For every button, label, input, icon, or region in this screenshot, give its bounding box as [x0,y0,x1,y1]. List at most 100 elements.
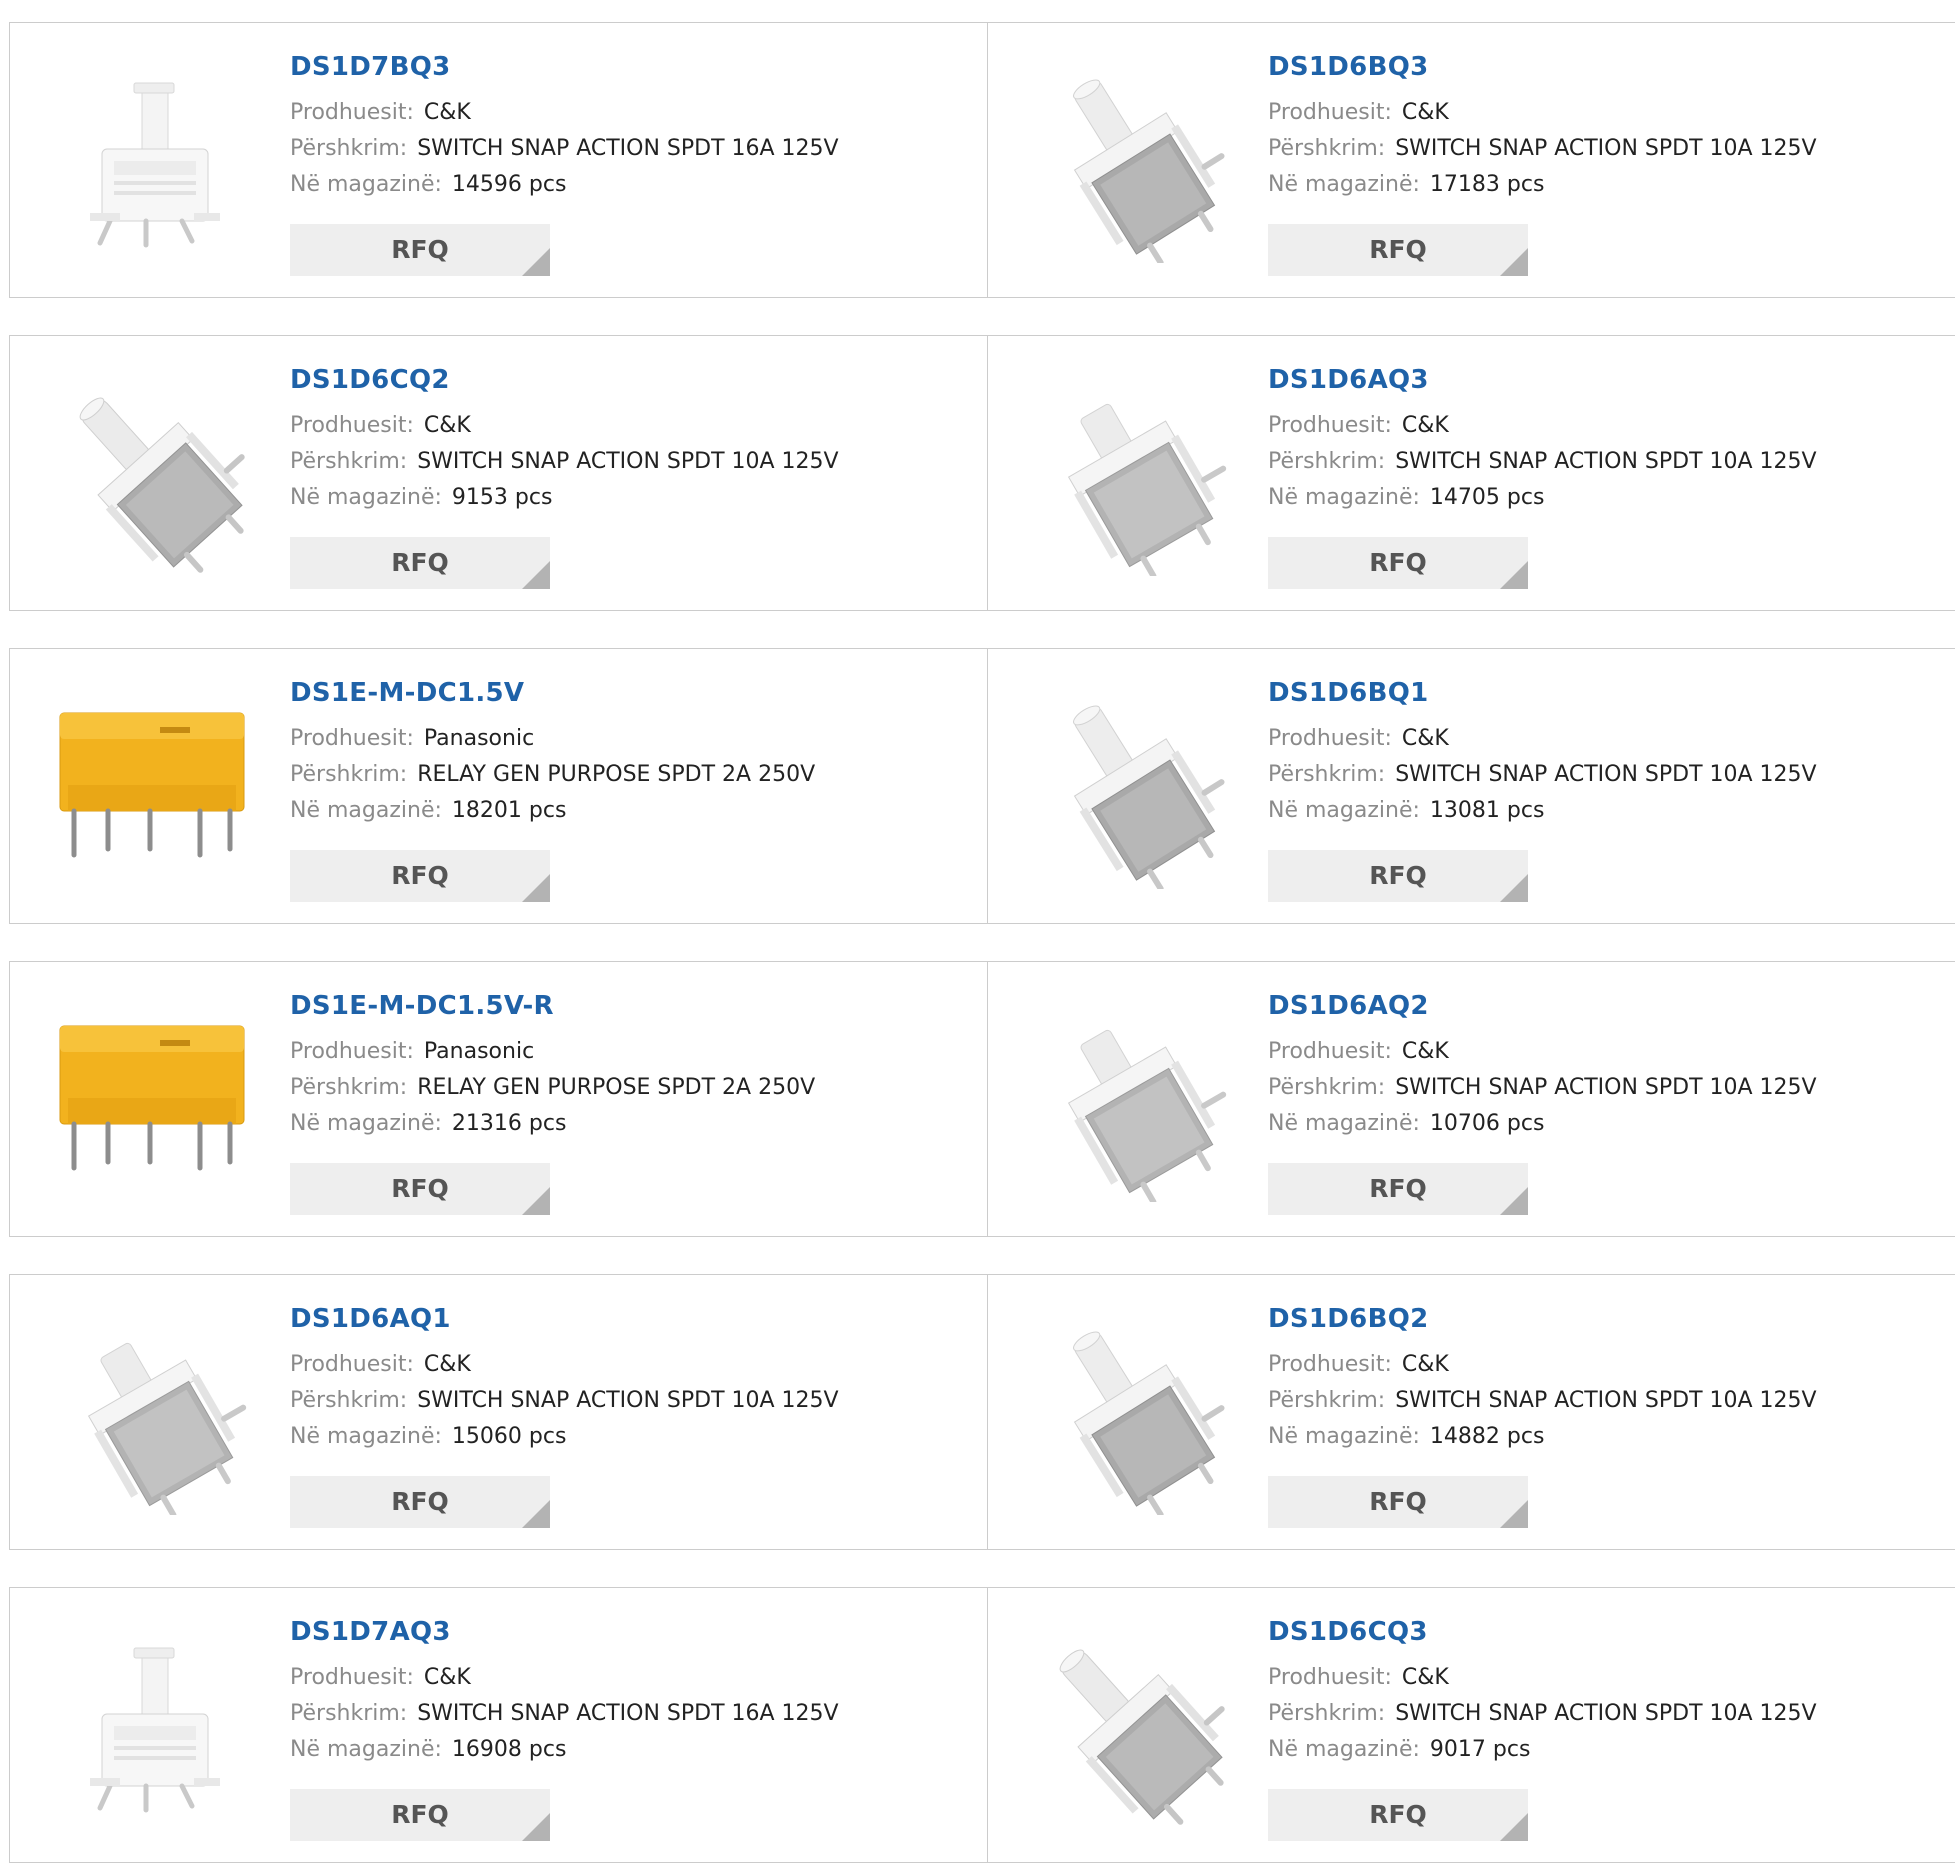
product-info: DS1E-M-DC1.5V Prodhuesit: Panasonic Përsh… [290,677,815,829]
product-image[interactable] [1030,679,1240,889]
stock-value: 9153 pcs [451,485,553,510]
relay-image [59,712,245,858]
product-part-number-link[interactable]: DS1D6CQ2 [290,364,839,396]
product-image[interactable] [1030,366,1240,576]
rfq-button[interactable]: RFQ [1268,1163,1528,1215]
product-image[interactable] [50,992,260,1202]
description-row: Përshkrim: SWITCH SNAP ACTION SPDT 16A 12… [290,131,839,167]
product-part-number-link[interactable]: DS1E-M-DC1.5V [290,677,815,709]
stock-value: 14705 pcs [1429,485,1545,510]
corner-triangle-icon [522,1500,550,1528]
stock-label: Në magazinë: [290,172,442,197]
product-card: DS1D6BQ1 Prodhuesit: C&K Përshkrim: SWITCH… [987,648,1955,924]
product-info: DS1D6AQ3 Prodhuesit: C&K Përshkrim: SWITCH… [1268,364,1817,516]
description-value: SWITCH SNAP ACTION SPDT 10A 125V [417,1388,839,1413]
description-label: Përshkrim: [1268,449,1386,474]
rfq-button[interactable]: RFQ [1268,1789,1528,1841]
product-part-number-link[interactable]: DS1D6BQ2 [1268,1303,1817,1335]
product-part-number-link[interactable]: DS1D6CQ3 [1268,1616,1817,1648]
rfq-button[interactable]: RFQ [1268,537,1528,589]
product-part-number-link[interactable]: DS1D7AQ3 [290,1616,839,1648]
manufacturer-label: Prodhuesit: [1268,413,1392,438]
stock-row: Në magazinë: 10706 pcs [1268,1106,1817,1142]
manufacturer-row: Prodhuesit: C&K [1268,721,1817,757]
product-part-number-link[interactable]: DS1E-M-DC1.5V-R [290,990,815,1022]
stock-label: Në magazinë: [1268,1424,1420,1449]
stock-value: 16908 pcs [451,1737,567,1762]
rfq-button[interactable]: RFQ [1268,850,1528,902]
stock-row: Në magazinë: 21316 pcs [290,1106,815,1142]
description-label: Përshkrim: [1268,1388,1386,1413]
switch-angled-image [1073,1331,1225,1515]
product-part-number-link[interactable]: DS1D6AQ1 [290,1303,839,1335]
stock-label: Në magazinë: [290,1424,442,1449]
rfq-button[interactable]: RFQ [290,1789,550,1841]
switch-upright-image [90,1647,220,1813]
description-row: Përshkrim: SWITCH SNAP ACTION SPDT 10A 12… [1268,1070,1817,1106]
stock-value: 14882 pcs [1429,1424,1545,1449]
manufacturer-label: Prodhuesit: [290,1665,414,1690]
stock-row: Në magazinë: 9153 pcs [290,480,839,516]
manufacturer-value: Panasonic [423,1039,535,1064]
product-image[interactable] [50,53,260,263]
corner-triangle-icon [522,561,550,589]
rfq-button[interactable]: RFQ [290,850,550,902]
product-card: DS1E-M-DC1.5V Prodhuesit: Panasonic Përsh… [9,648,988,924]
switch-tilted-image [79,397,245,573]
rfq-button[interactable]: RFQ [1268,1476,1528,1528]
corner-triangle-icon [1500,1187,1528,1215]
description-row: Përshkrim: RELAY GEN PURPOSE SPDT 2A 250V [290,1070,815,1106]
corner-triangle-icon [522,1813,550,1841]
rfq-button[interactable]: RFQ [290,1476,550,1528]
product-part-number-link[interactable]: DS1D6AQ2 [1268,990,1817,1022]
manufacturer-row: Prodhuesit: C&K [290,1347,839,1383]
manufacturer-label: Prodhuesit: [290,726,414,751]
product-image[interactable] [1030,1618,1240,1828]
manufacturer-value: C&K [1401,1665,1449,1690]
product-card: DS1D6AQ3 Prodhuesit: C&K Përshkrim: SWITCH… [987,335,1955,611]
product-part-number-link[interactable]: DS1D6BQ1 [1268,677,1817,709]
description-value: SWITCH SNAP ACTION SPDT 10A 125V [1395,762,1817,787]
product-image[interactable] [50,366,260,576]
corner-triangle-icon [522,248,550,276]
product-image[interactable] [50,1305,260,1515]
rfq-label: RFQ [391,1800,449,1829]
stock-label: Në magazinë: [290,1737,442,1762]
product-image[interactable] [1030,53,1240,263]
manufacturer-label: Prodhuesit: [290,1352,414,1377]
product-info: DS1D7BQ3 Prodhuesit: C&K Përshkrim: SWITCH… [290,51,839,203]
product-part-number-link[interactable]: DS1D7BQ3 [290,51,839,83]
rfq-button[interactable]: RFQ [290,1163,550,1215]
description-label: Përshkrim: [290,1388,408,1413]
product-image[interactable] [1030,1305,1240,1515]
product-image[interactable] [50,1618,260,1828]
manufacturer-row: Prodhuesit: C&K [1268,1034,1817,1070]
stock-value: 17183 pcs [1429,172,1545,197]
description-label: Përshkrim: [290,449,408,474]
manufacturer-label: Prodhuesit: [290,100,414,125]
product-card: DS1D7AQ3 Prodhuesit: C&K Përshkrim: SWITCH… [9,1587,988,1863]
manufacturer-value: C&K [423,413,471,438]
description-label: Përshkrim: [1268,762,1386,787]
description-row: Përshkrim: SWITCH SNAP ACTION SPDT 10A 12… [1268,757,1817,793]
rfq-button[interactable]: RFQ [290,224,550,276]
description-value: SWITCH SNAP ACTION SPDT 16A 125V [417,1701,839,1726]
product-info: DS1D6BQ3 Prodhuesit: C&K Përshkrim: SWITCH… [1268,51,1817,203]
description-label: Përshkrim: [290,1701,408,1726]
stock-row: Në magazinë: 16908 pcs [290,1732,839,1768]
description-label: Përshkrim: [290,1075,408,1100]
stock-value: 9017 pcs [1429,1737,1531,1762]
switch-angled-image [1073,79,1225,263]
relay-image [59,1025,245,1171]
product-part-number-link[interactable]: DS1D6AQ3 [1268,364,1817,396]
product-part-number-link[interactable]: DS1D6BQ3 [1268,51,1817,83]
stock-label: Në magazinë: [290,798,442,823]
description-value: SWITCH SNAP ACTION SPDT 10A 125V [1395,449,1817,474]
rfq-button[interactable]: RFQ [290,537,550,589]
product-image[interactable] [1030,992,1240,1202]
manufacturer-label: Prodhuesit: [1268,726,1392,751]
product-image[interactable] [50,679,260,889]
manufacturer-value: C&K [1401,726,1449,751]
manufacturer-label: Prodhuesit: [290,1039,414,1064]
rfq-button[interactable]: RFQ [1268,224,1528,276]
